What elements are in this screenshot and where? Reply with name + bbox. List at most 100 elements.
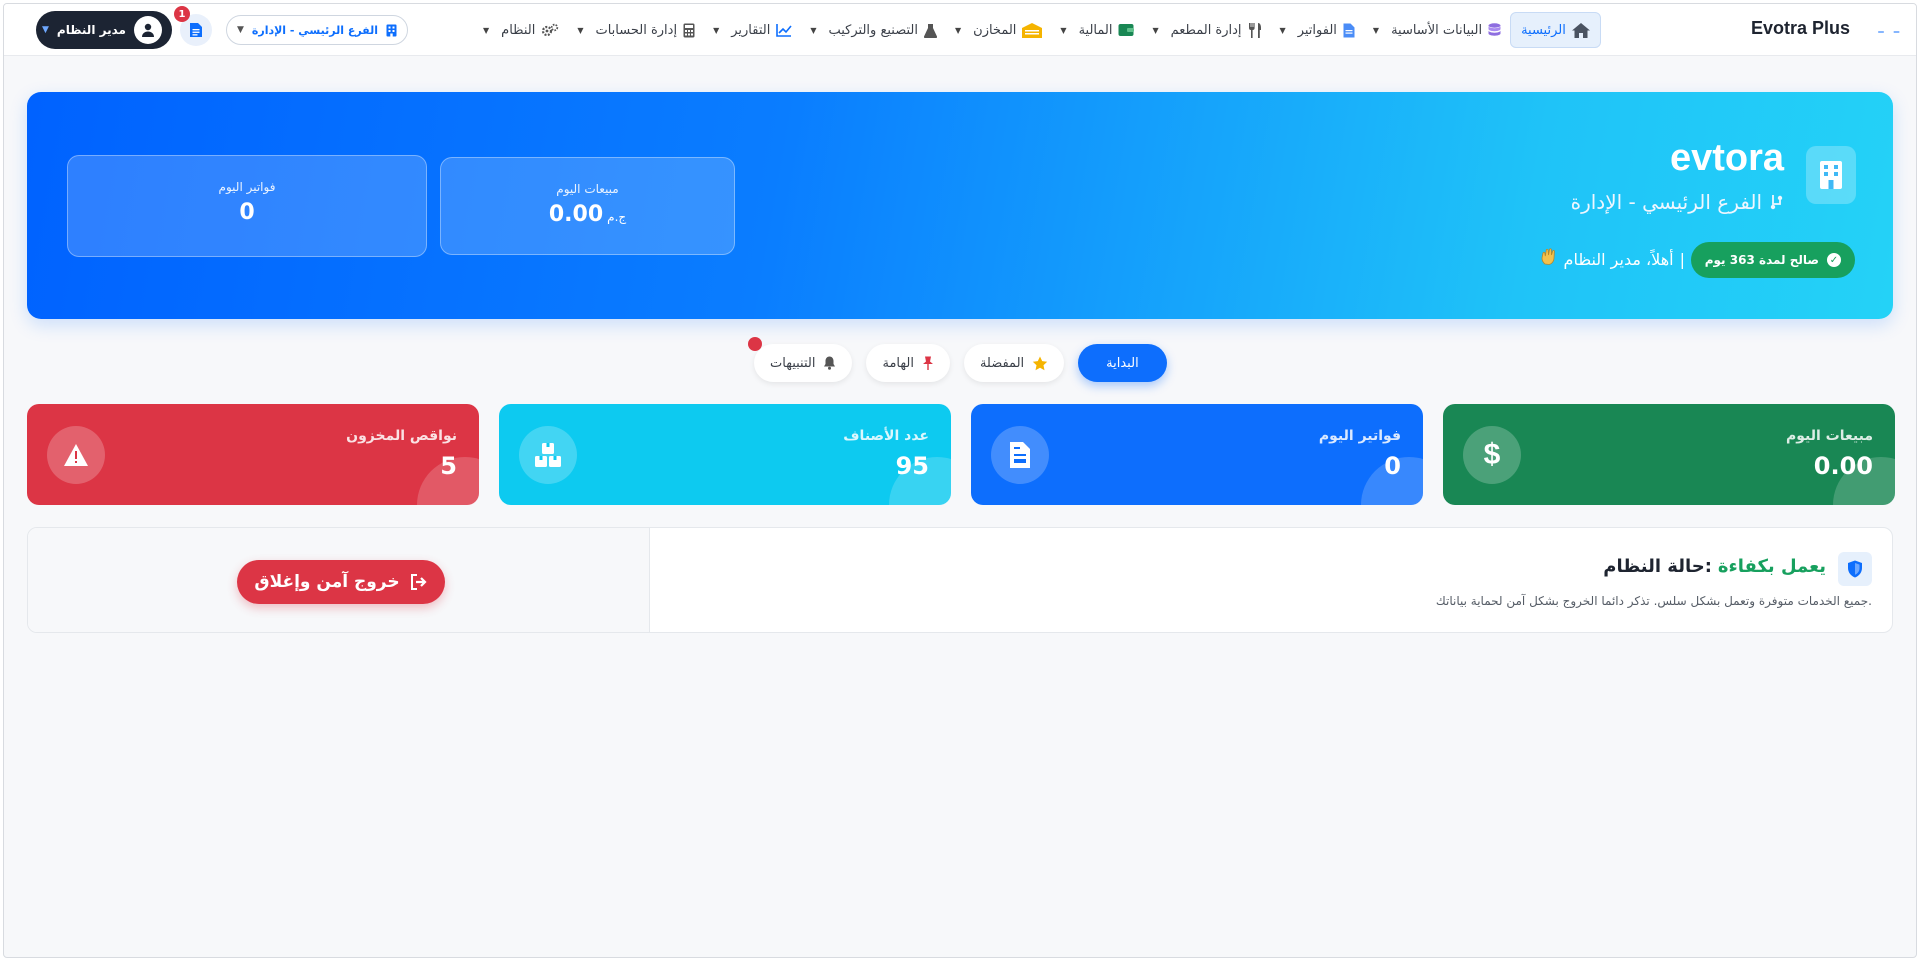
tab-favorites[interactable]: المفضلة [963,344,1065,382]
tab-alerts[interactable]: التنبيهات [748,337,853,382]
database-icon [1488,22,1501,36]
branch-selector[interactable]: ▼ الفرع الرئيسي - الإدارة [225,15,408,45]
menu-finance-label: المالية [1078,22,1113,38]
menu-finance[interactable]: ▼ المالية [1051,12,1143,48]
alert-dot [748,337,762,351]
license-validity-badge: صالح لمدة 363 يوم ✓ [1690,242,1855,278]
document-icon [189,23,202,37]
notification-count-badge: 1 [173,6,190,22]
flask-icon [923,23,937,38]
welcome-message: أهلاً، مدير النظام | [1540,248,1685,270]
card-stock-shortage-value: 5 [440,452,457,480]
menu-master-data-label: البيانات الأساسية [1391,22,1483,38]
star-icon [1032,356,1048,370]
chevron-down-icon: ▼ [954,25,962,35]
menu-warehouses[interactable]: ▼ المخازن [946,12,1051,48]
invoice-icon [991,426,1049,484]
card-today-sales[interactable]: $ مبيعات اليوم 0.00 [1443,404,1895,505]
card-today-invoices[interactable]: فواتير اليوم 0 [971,404,1423,505]
menu-system-label: النظام [501,22,536,38]
menu-system[interactable]: ▼ النظام [474,12,568,48]
hero-today-invoices-value: 0 [239,200,255,225]
hero-subtitle: الفرع الرئيسي - الإدارة [1571,190,1784,214]
menu-accounts-label: إدارة الحسابات [595,22,678,38]
chevron-down-icon: ▼ [236,25,244,35]
status-description: جميع الخدمات متوفرة وتعمل بشكل سلس. تذكر… [1435,594,1872,608]
menu-restaurant-label: إدارة المطعم [1170,22,1242,38]
license-validity-text: صالح لمدة 363 يوم [1704,253,1819,267]
dashboard-tabs: التنبيهات الهامة المفضلة البداية [748,337,1167,382]
menu-reports[interactable]: ▼ التقارير [704,12,801,48]
main-menu: ▼ النظام ▼ إدارة الحسابات ▼ التقارير ▼ ا… [474,12,1601,48]
branch-selector-value: الفرع الرئيسي - الإدارة [251,23,378,37]
tab-alerts-label: التنبيهات [770,355,816,371]
check-circle-icon: ✓ [1827,253,1841,267]
hero-today-sales: مبيعات اليوم 0.00 ج.م [440,157,735,255]
branch-name: الفرع الرئيسي - الإدارة [1570,190,1762,214]
card-today-sales-value: 0.00 [1813,452,1873,480]
notifications-button[interactable]: 1 [173,6,212,46]
card-stock-shortage-label: نواقص المخزون [346,428,457,444]
menu-master-data[interactable]: ▼ البيانات الأساسية [1364,12,1510,48]
menu-restaurant[interactable]: ▼ إدارة المطعم [1143,12,1270,48]
wave-hand-icon [1540,248,1558,270]
shield-icon [1838,552,1872,586]
card-items-count[interactable]: عدد الأصناف 95 [499,404,951,505]
chevron-down-icon: ▼ [483,25,490,35]
tab-important[interactable]: الهامة [866,344,950,382]
chevron-down-icon: ▼ [42,25,49,35]
status-actions: خروج آمن وإغلاق [28,528,650,632]
file-icon [1343,23,1355,37]
card-items-count-label: عدد الأصناف [843,428,929,444]
utensils-icon [1248,22,1261,38]
menu-accounts[interactable]: ▼ إدارة الحسابات [568,12,704,48]
menu-toggle-icon[interactable]: – – [1878,24,1902,40]
menu-reports-label: التقارير [731,22,771,38]
pin-icon [922,356,933,370]
tab-start[interactable]: البداية [1078,344,1167,382]
user-avatar-icon [133,16,162,44]
system-status-panel: خروج آمن وإغلاق حالة النظام: يعمل بكفاءة… [27,527,1893,633]
sign-out-icon [410,574,427,590]
warehouse-icon [1022,22,1043,38]
wallet-icon [1118,24,1135,36]
card-today-sales-label: مبيعات اليوم [1785,428,1873,444]
card-stock-shortage[interactable]: نواقص المخزون 5 [27,404,479,505]
menu-home-label: الرئيسية [1521,22,1566,38]
card-items-count-value: 95 [895,452,929,480]
gears-icon [542,23,559,37]
menu-invoices[interactable]: ▼ الفواتير [1271,12,1364,48]
home-icon [1571,22,1590,38]
menu-warehouses-label: المخازن [973,22,1017,38]
menu-manufacturing[interactable]: ▼ التصنيع والتركيب [801,12,946,48]
line-chart-icon [776,24,792,37]
boxes-icon [519,426,577,484]
user-menu-button[interactable]: ▼ مدير النظام [36,11,172,49]
sitemap-icon [1770,195,1783,210]
status-state: يعمل بكفاءة [1717,556,1826,577]
app-brand: Evotra Plus [1750,18,1850,38]
exit-button-label: خروج آمن وإغلاق [254,572,400,592]
building-icon [1806,146,1856,204]
calculator-icon [683,23,695,37]
user-name: مدير النظام [56,23,126,37]
hero-today-sales-value: 0.00 [548,202,604,227]
currency-label: ج.م [607,210,627,224]
warning-icon [47,426,105,484]
menu-home[interactable]: الرئيسية [1510,12,1601,48]
chevron-down-icon: ▼ [577,25,584,35]
bell-icon [824,356,836,370]
chevron-down-icon: ▼ [810,25,817,35]
dollar-icon: $ [1463,426,1521,484]
card-today-invoices-value: 0 [1384,452,1401,480]
top-navbar: ▼ مدير النظام 1 ▼ الفرع الرئيسي - الإدار… [4,4,1916,56]
chevron-down-icon: ▼ [1279,25,1286,35]
hero-today-sales-value-row: 0.00 ج.م [441,202,734,227]
menu-invoices-label: الفواتير [1297,22,1337,38]
card-today-invoices-label: فواتير اليوم [1318,428,1401,444]
secure-exit-button[interactable]: خروج آمن وإغلاق [237,560,445,604]
chevron-down-icon: ▼ [1152,25,1159,35]
tab-start-label: البداية [1106,355,1139,371]
menu-manufacturing-label: التصنيع والتركيب [828,22,918,38]
navbar-user-area: ▼ مدير النظام 1 ▼ الفرع الرئيسي - الإدار… [36,6,408,50]
